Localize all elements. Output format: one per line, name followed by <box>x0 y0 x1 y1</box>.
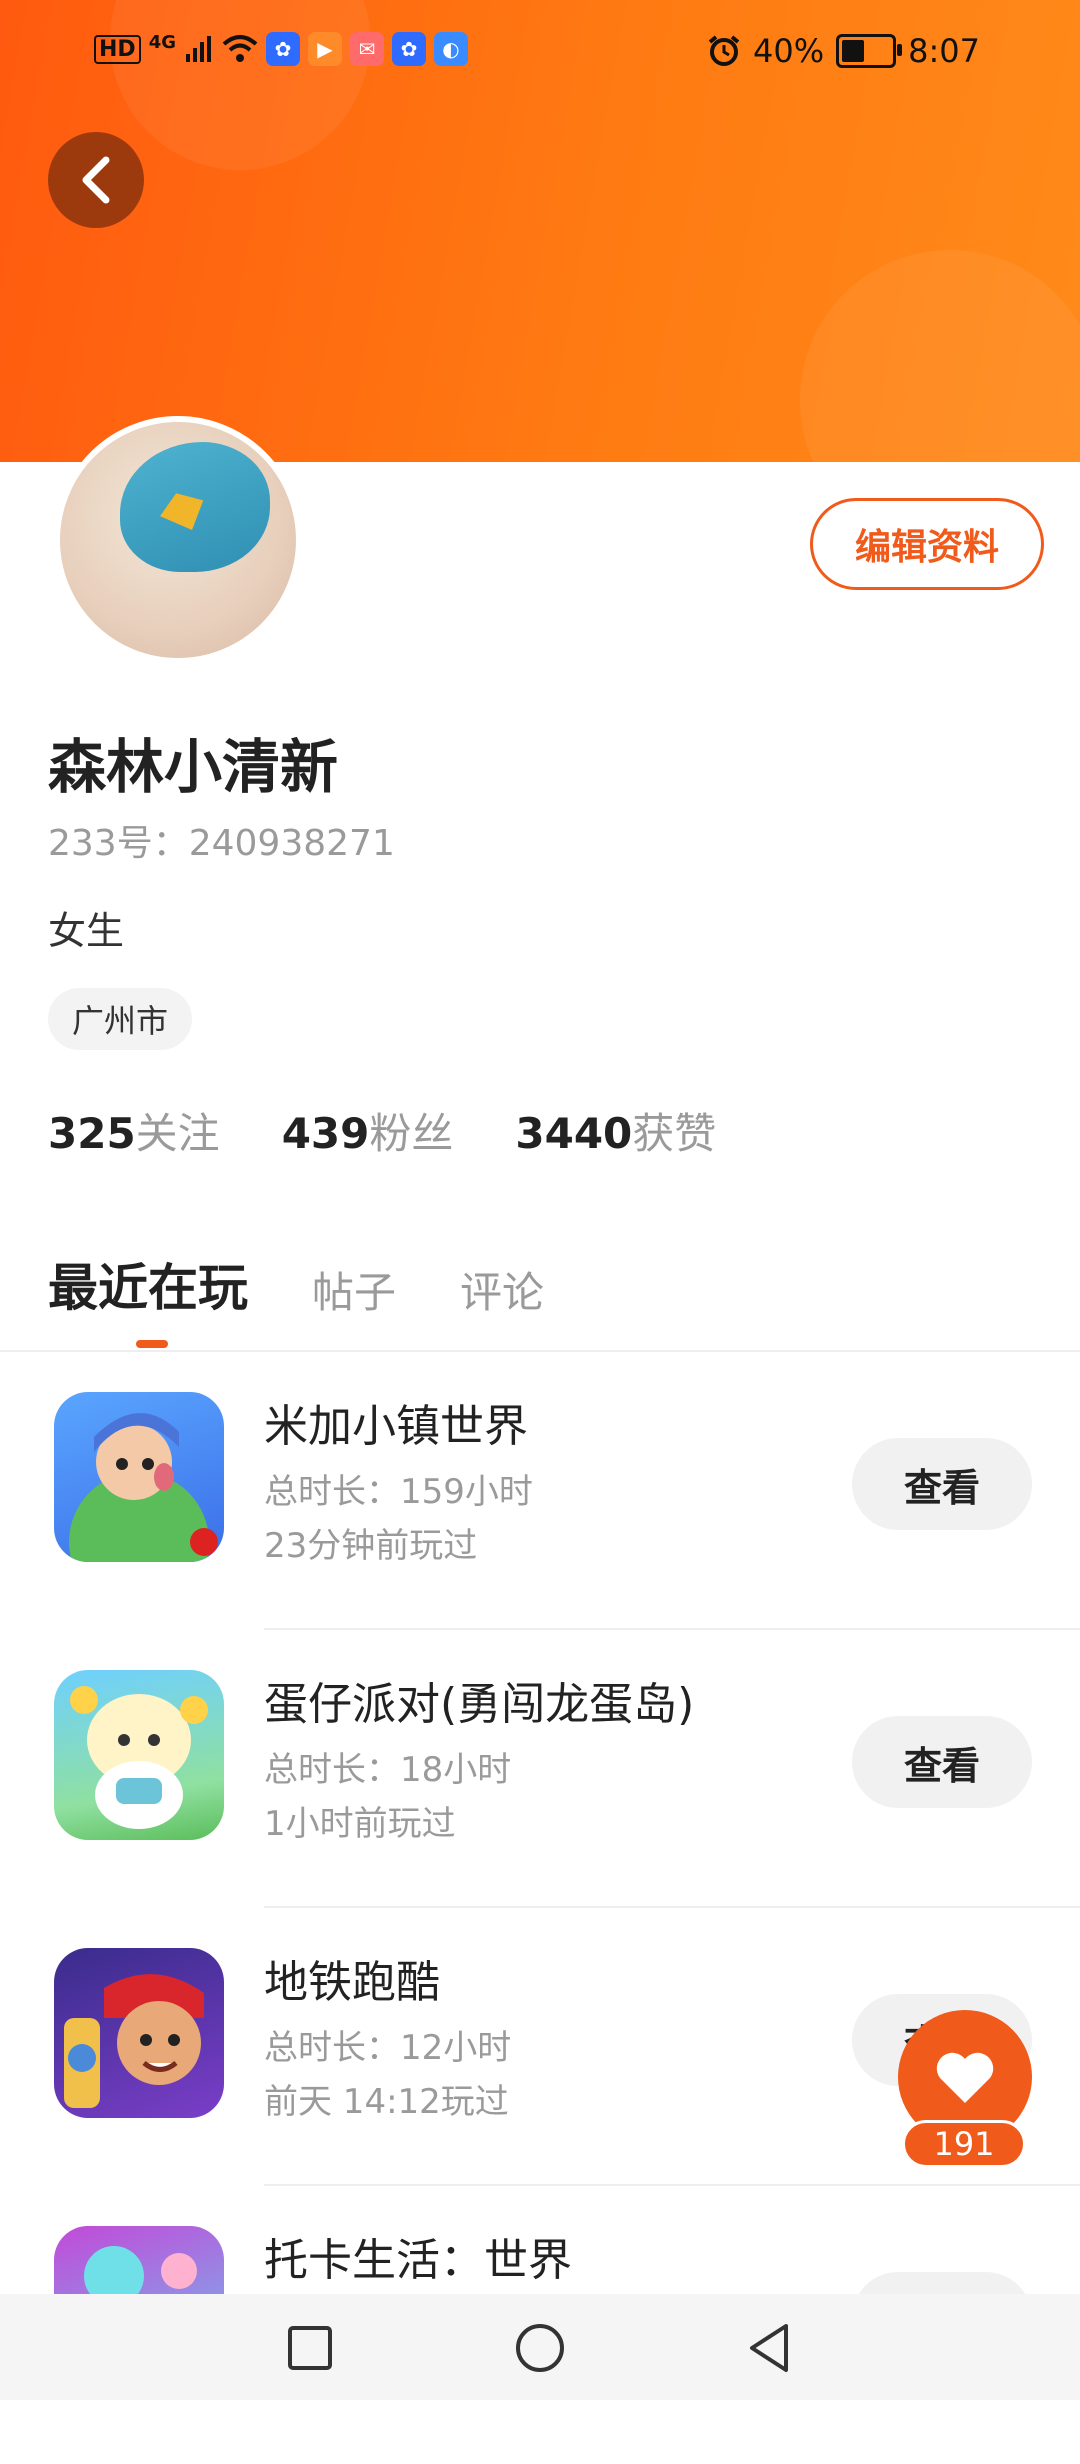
likes-label: 获赞 <box>632 1109 717 1158</box>
game-title: 地铁跑酷 <box>264 1957 440 2008</box>
game-icon-subway-surfers[interactable] <box>54 1948 224 2118</box>
following-count: 325 <box>48 1109 136 1158</box>
game-duration: 总时长：159小时 <box>264 1472 533 1512</box>
fans-stat[interactable]: 439粉丝 <box>282 1100 454 1161</box>
back-arrow-icon <box>82 156 110 204</box>
nav-square-icon <box>288 2326 332 2370</box>
game-last-played: 23分钟前玩过 <box>264 1526 478 1566</box>
game-last-played: 前天 14:12玩过 <box>264 2082 509 2122</box>
clock-time: 8:07 <box>908 32 980 70</box>
following-label: 关注 <box>135 1109 220 1158</box>
game-title: 蛋仔派对(勇闯龙蛋岛) <box>264 1679 695 1730</box>
hd-indicator: HD <box>94 34 141 64</box>
avatar[interactable] <box>54 416 302 664</box>
tab-recent-play[interactable]: 最近在玩 <box>48 1248 248 1320</box>
tab-posts[interactable]: 帖子 <box>312 1259 396 1320</box>
city-tag: 广州市 <box>48 988 193 1050</box>
video-app-icon: ▶ <box>308 32 342 66</box>
game-duration: 总时长：18小时 <box>264 1750 512 1790</box>
nav-triangle-icon <box>750 2324 788 2372</box>
status-right: 40% 8:07 <box>707 32 980 70</box>
mail-app-icon: ✉ <box>350 32 384 66</box>
edit-profile-button[interactable]: 编辑资料 <box>810 498 1044 590</box>
game-title: 米加小镇世界 <box>264 1401 528 1452</box>
list-item[interactable]: 蛋仔派对(勇闯龙蛋岛) 总时长：18小时 1小时前玩过 查看 <box>0 1630 1080 1908</box>
battery-percent: 40% <box>753 32 825 70</box>
list-item[interactable]: 米加小镇世界 总时长：159小时 23分钟前玩过 查看 <box>0 1352 1080 1630</box>
active-tab-indicator <box>136 1340 168 1348</box>
fans-count: 439 <box>281 1109 370 1158</box>
baidu-paw-icon: ✿ <box>266 32 300 66</box>
likes-stat[interactable]: 3440获赞 <box>515 1100 716 1161</box>
back-nav-button[interactable] <box>740 2318 800 2378</box>
game-last-played: 1小时前玩过 <box>264 1804 456 1844</box>
view-button[interactable]: 查看 <box>852 1438 1032 1530</box>
fans-label: 粉丝 <box>369 1109 454 1158</box>
game-duration: 总时长：12小时 <box>264 2028 512 2068</box>
baidu-paw-icon: ✿ <box>392 32 426 66</box>
following-stat[interactable]: 325关注 <box>48 1100 220 1161</box>
alarm-icon <box>708 35 740 66</box>
banner-decoration <box>800 250 1080 462</box>
profile-stats: 325关注 439粉丝 3440获赞 <box>48 1100 716 1161</box>
profile-uid: 233号：240938271 <box>48 823 395 864</box>
status-left: HD 4G ✿ ▶ ✉ ✿ ◐ <box>94 32 468 66</box>
game-icon-eggy-party[interactable] <box>54 1670 224 1840</box>
likes-count: 3440 <box>515 1109 633 1158</box>
recent-apps-button[interactable] <box>280 2318 340 2378</box>
status-bar: HD 4G ✿ ▶ ✉ ✿ ◐ 40% 8:07 <box>0 22 1080 92</box>
like-count-badge: 191 <box>902 2120 1026 2168</box>
view-button[interactable]: 查看 <box>852 1716 1032 1808</box>
profile-gender: 女生 <box>48 909 125 953</box>
game-title: 托卡生活：世界 <box>264 2235 572 2286</box>
profile-name: 森林小清新 <box>48 733 339 801</box>
tab-comments[interactable]: 评论 <box>460 1259 544 1320</box>
system-nav-bar <box>0 2294 1080 2400</box>
browser-app-icon: ◐ <box>434 32 468 66</box>
signal-icon <box>186 36 211 62</box>
nav-circle-icon <box>516 2324 564 2372</box>
back-button[interactable] <box>48 132 144 228</box>
heart-icon <box>936 2052 994 2103</box>
home-button[interactable] <box>510 2318 570 2378</box>
wifi-icon <box>222 35 258 62</box>
network-4g-label: 4G <box>148 32 176 53</box>
battery-icon <box>836 34 903 68</box>
profile-tabs: 最近在玩 帖子 评论 <box>48 1248 544 1320</box>
game-icon-miga[interactable] <box>54 1392 224 1562</box>
